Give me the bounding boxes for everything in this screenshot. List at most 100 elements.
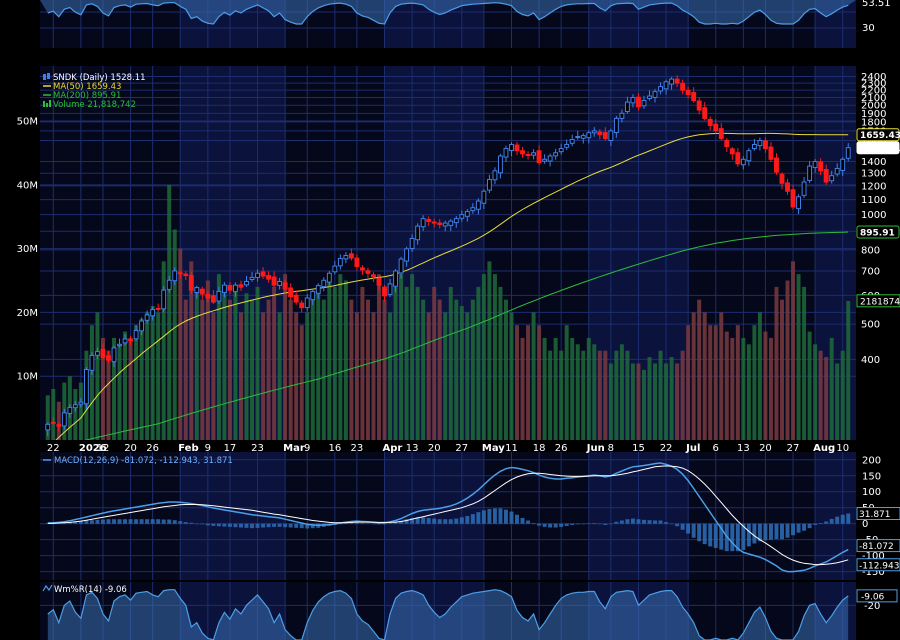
candle-body [415,225,421,241]
macd-histogram-bar [459,517,464,524]
legend-entry: Volume 21,818,742 [53,100,136,110]
candle-body [299,302,305,309]
candle-body [233,284,238,293]
volume-bar [647,357,652,440]
macd-histogram-bar [785,523,790,538]
price-tick-label: 1100 [861,195,886,206]
macd-histogram-bar [145,519,150,524]
candle-body [663,81,669,90]
volume-bar [559,350,564,440]
volume-bar [807,331,812,440]
candle-body [260,271,266,277]
candle-body [95,351,100,356]
price-tick-label: 800 [861,245,880,256]
candle-body [486,178,492,191]
macd-histogram-bar [614,521,619,524]
macd-histogram-bar [238,523,243,528]
volume-bar [592,344,597,440]
chart-canvas[interactable]: 22 202612 20 26 Feb 9 17 23 Mar 9 16 23 Apr 13 20 27 May… [0,0,900,640]
macd-histogram-bar [498,508,503,524]
price-tick-label: 500 [861,320,880,331]
volume-bar [327,280,332,440]
macd-histogram-bar [272,523,277,527]
macd-histogram-bar [503,509,508,524]
volume-bar [349,299,354,440]
volume-bar [266,299,271,440]
price-tick-label: 1200 [861,181,886,192]
candle-body [558,148,564,153]
volume-bar [597,350,602,440]
candle-body [608,130,614,142]
macd-histogram-bar [277,523,282,527]
candle-body [382,286,387,297]
candle-body [619,112,625,119]
x-tick-label: Aug [813,443,835,454]
candle-body [531,152,537,156]
macd-histogram-bar [421,517,426,524]
volume-bar [388,312,393,440]
macd-histogram-bar [465,516,470,524]
candle-body [150,309,156,317]
macd-histogram-bar [548,523,553,528]
candle-body [542,158,548,162]
macd-tag-label: 31.871 [859,510,891,520]
candle-body [691,92,697,102]
candle-body [343,255,349,260]
candle-body [288,287,294,298]
willr-tag-label: -9.06 [861,592,885,602]
macd-histogram-bar [172,520,177,524]
candle-body [729,148,735,155]
x-tick-label: 20 [428,443,441,454]
volume-bar [829,337,834,440]
candle-body [61,412,67,427]
macd-histogram-bar [216,523,221,527]
volume-bar [360,286,365,440]
candle-body [172,270,178,282]
macd-histogram-bar [432,518,437,524]
macd-histogram-bar [382,523,387,525]
volume-bar [774,286,779,440]
candle-body [751,143,757,150]
volume-bar [791,261,796,440]
macd-histogram-bar [100,519,105,524]
candle-body [216,290,222,302]
volume-bar [531,312,536,440]
macd-histogram-bar [454,518,459,524]
volume-bar [641,369,646,440]
volume-bar [570,337,575,440]
candle-body [724,139,730,147]
volume-bar [487,261,492,440]
macd-histogram-bar [813,523,818,525]
candle-body [481,190,487,204]
candle-body [128,338,134,342]
volume-bar [509,312,514,440]
candle-body [575,136,581,139]
volume-bar [697,299,702,440]
macd-histogram-bar [641,519,646,524]
willr-legend: Wm%R(14) -9.06 [54,585,127,595]
volume-bar [404,286,409,440]
macd-histogram-bar [658,520,663,524]
candle-body [823,169,829,183]
macd-histogram-bar [768,523,773,540]
macd-histogram-bar [117,519,122,524]
macd-histogram-bar [564,523,569,526]
volume-bar [630,363,635,440]
candle-body [244,280,249,286]
macd-histogram-bar [702,523,707,545]
macd-histogram-bar [161,519,166,524]
macd-histogram-bar [205,523,210,526]
volume-bar [432,286,437,440]
candle-body [282,282,288,290]
macd-histogram-bar [156,519,161,524]
candle-body [597,131,603,136]
stock-chart: 22 2026 12 20 26 Feb 9 17 23 Mar 9 16 23 Apr 13 20 27 May… [0,0,900,640]
volume-bar [95,312,100,440]
x-tick-label: 6 [713,443,719,454]
candle-body [580,135,586,139]
macd-histogram-bar [636,519,641,524]
x-tick-label: 9 [205,443,211,454]
macd-histogram-bar [106,519,111,524]
volume-bar [150,306,155,440]
volume-bar [553,337,558,440]
